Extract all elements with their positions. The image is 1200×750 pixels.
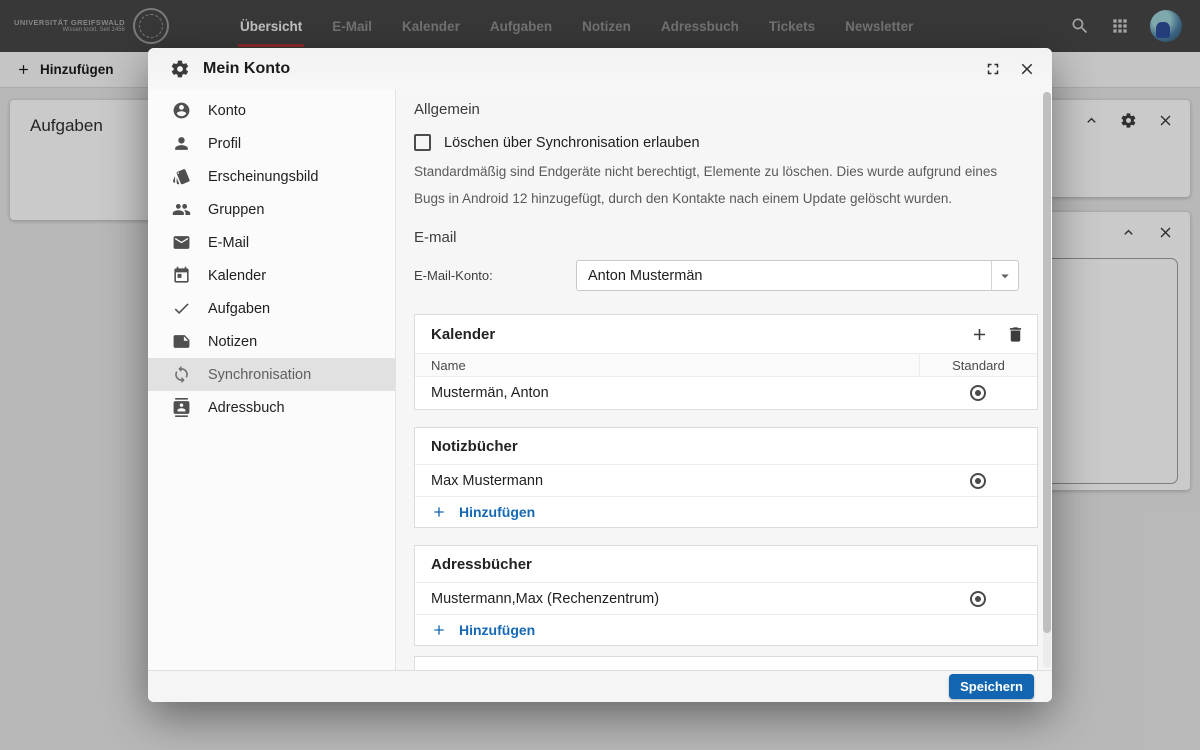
dialog-header: Mein Konto — [148, 48, 1052, 90]
table-row: Mustermän, Anton — [415, 377, 1037, 409]
settings-gear-icon — [170, 59, 190, 79]
scrollbar-thumb[interactable] — [1043, 92, 1051, 633]
column-standard: Standard — [919, 354, 1037, 376]
sync-icon — [172, 365, 191, 384]
delete-sync-option: Löschen über Synchronisation erlauben — [414, 134, 700, 151]
close-icon[interactable] — [1018, 60, 1036, 78]
plus-icon — [431, 622, 447, 638]
addressbooks-card: Adressbücher Mustermann,Max (Rechenzentr… — [414, 545, 1038, 646]
notebooks-card-header: Notizbücher — [415, 428, 1037, 465]
email-account-label: E-Mail-Konto: — [414, 268, 493, 283]
sidebar-item-gruppen[interactable]: Gruppen — [148, 193, 395, 226]
settings-dialog: Mein Konto Konto Profil Erscheinungsbild — [148, 48, 1052, 702]
calendar-card-title: Kalender — [431, 326, 495, 343]
sidebar-item-notizen[interactable]: Notizen — [148, 325, 395, 358]
email-account-row: E-Mail-Konto: Anton Mustermän — [414, 260, 1035, 291]
calendar-card-header: Kalender — [415, 315, 1037, 353]
delete-sync-checkbox[interactable] — [414, 134, 431, 151]
fullscreen-icon[interactable] — [984, 60, 1002, 78]
section-heading-allgemein: Allgemein — [414, 101, 480, 118]
add-notebook-button[interactable]: Hinzufügen — [415, 497, 1037, 527]
add-addressbook-button[interactable]: Hinzufügen — [415, 615, 1037, 645]
sidebar-item-profil[interactable]: Profil — [148, 127, 395, 160]
sidebar-item-aufgaben[interactable]: Aufgaben — [148, 292, 395, 325]
partial-card — [414, 656, 1038, 670]
table-row: Mustermann,Max (Rechenzentrum) — [415, 583, 1037, 615]
email-account-value: Anton Mustermän — [577, 268, 991, 284]
add-notebook-label: Hinzufügen — [459, 504, 535, 520]
notebook-name: Max Mustermann — [415, 473, 919, 489]
dialog-footer: Speichern — [148, 670, 1052, 702]
people-icon — [172, 200, 191, 219]
email-account-select[interactable]: Anton Mustermän — [576, 260, 1019, 291]
sidebar-item-label: Erscheinungsbild — [208, 169, 318, 185]
calendar-card: Kalender Name Standard Mustermän, Anton — [414, 314, 1038, 410]
contacts-icon — [172, 398, 191, 417]
sidebar-item-label: Konto — [208, 103, 246, 119]
delete-sync-description: Standardmäßig sind Endgeräte nicht berec… — [414, 158, 1028, 212]
content-scrollbar[interactable] — [1043, 92, 1051, 668]
sidebar-item-konto[interactable]: Konto — [148, 94, 395, 127]
check-icon — [172, 299, 191, 318]
style-icon — [172, 167, 191, 186]
save-button[interactable]: Speichern — [949, 674, 1034, 699]
sidebar-item-label: E-Mail — [208, 235, 249, 251]
sidebar-item-label: Notizen — [208, 334, 257, 350]
column-name: Name — [415, 358, 919, 373]
calendar-table-header: Name Standard — [415, 353, 1037, 377]
dialog-sidebar: Konto Profil Erscheinungsbild Gruppen E-… — [148, 90, 396, 670]
addressbooks-card-title: Adressbücher — [431, 556, 532, 573]
calendar-name: Mustermän, Anton — [415, 385, 919, 401]
table-row: Max Mustermann — [415, 465, 1037, 497]
delete-sync-label: Löschen über Synchronisation erlauben — [444, 135, 700, 151]
sidebar-item-adressbuch[interactable]: Adressbuch — [148, 391, 395, 424]
chevron-down-icon[interactable] — [991, 261, 1018, 290]
add-calendar-icon[interactable] — [970, 325, 989, 344]
email-icon — [172, 233, 191, 252]
plus-icon — [431, 504, 447, 520]
dialog-title: Mein Konto — [203, 60, 290, 78]
section-heading-email: E-mail — [414, 229, 457, 246]
person-icon — [172, 134, 191, 153]
standard-radio[interactable] — [970, 385, 986, 401]
sidebar-item-label: Gruppen — [208, 202, 264, 218]
note-icon — [172, 332, 191, 351]
sidebar-item-label: Profil — [208, 136, 241, 152]
notebooks-card-title: Notizbücher — [431, 438, 518, 455]
sidebar-item-email[interactable]: E-Mail — [148, 226, 395, 259]
dialog-content: Allgemein Löschen über Synchronisation e… — [397, 90, 1052, 670]
sidebar-item-synchronisation[interactable]: Synchronisation — [148, 358, 395, 391]
addressbooks-card-header: Adressbücher — [415, 546, 1037, 583]
sidebar-item-label: Adressbuch — [208, 400, 285, 416]
sidebar-item-kalender[interactable]: Kalender — [148, 259, 395, 292]
calendar-icon — [172, 266, 191, 285]
dialog-window-controls — [984, 60, 1052, 78]
delete-calendar-icon[interactable] — [1006, 325, 1025, 344]
addressbook-name: Mustermann,Max (Rechenzentrum) — [415, 591, 919, 607]
sidebar-item-erscheinungsbild[interactable]: Erscheinungsbild — [148, 160, 395, 193]
standard-radio[interactable] — [970, 473, 986, 489]
account-circle-icon — [172, 101, 191, 120]
sidebar-item-label: Kalender — [208, 268, 266, 284]
standard-radio[interactable] — [970, 591, 986, 607]
sidebar-item-label: Aufgaben — [208, 301, 270, 317]
add-addressbook-label: Hinzufügen — [459, 622, 535, 638]
sidebar-item-label: Synchronisation — [208, 367, 311, 383]
notebooks-card: Notizbücher Max Mustermann Hinzufügen — [414, 427, 1038, 528]
